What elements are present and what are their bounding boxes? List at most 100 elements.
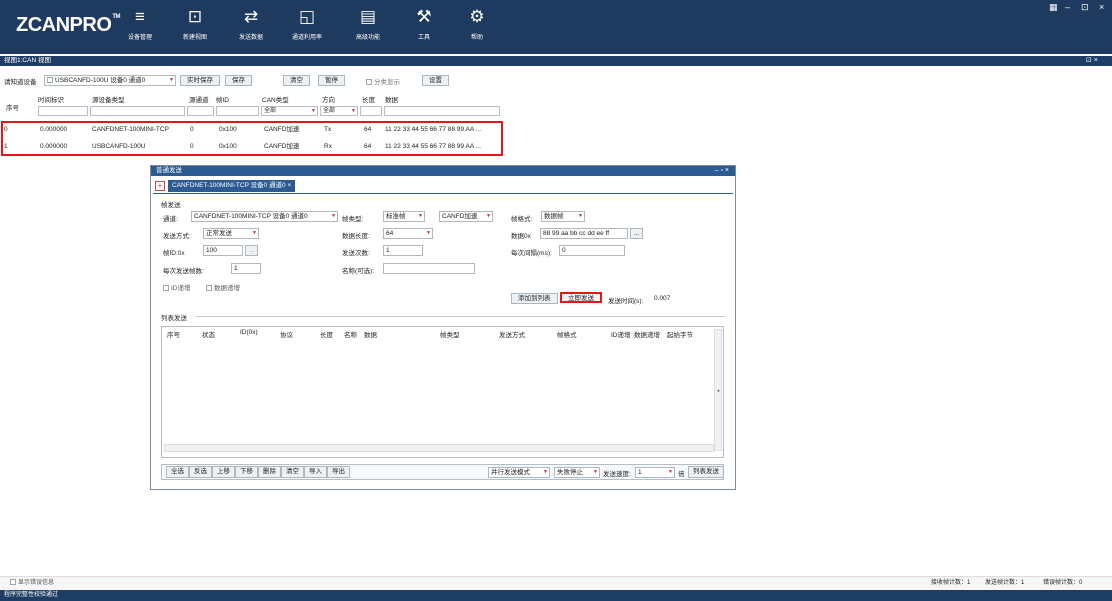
protocol-select[interactable]: CANFD加速 ▼ <box>439 211 493 222</box>
device-label: 请知道设备 <box>4 79 37 86</box>
col-len: 长度 <box>362 97 375 104</box>
send-dialog: 普通发送 – ▫ × + CANFDNET-100MINI-TCP 设备0 通道… <box>150 165 736 490</box>
id-increment-checkbox[interactable] <box>163 285 169 292</box>
send-count-input[interactable]: 1 <box>383 245 423 256</box>
chevron-down-icon: ▼ <box>169 77 174 83</box>
category-display-toggle[interactable]: 分类显示 <box>366 76 400 86</box>
len-filter[interactable] <box>360 106 382 116</box>
data-filter[interactable] <box>384 106 500 116</box>
send-time-label: 发送时间(s): <box>608 298 644 305</box>
parallel-mode-select[interactable]: 并行发送模式 ▼ <box>488 467 550 478</box>
col-index: 序号 <box>6 105 19 112</box>
new-view-button[interactable]: ⊡ 新建视图 <box>172 4 218 50</box>
device-select[interactable]: USBCANFD-100U 设备0 通道0 ▼ <box>44 75 176 86</box>
channel-tab[interactable]: CANFDNET-100MINI-TCP 设备0 通道0 × <box>168 180 296 192</box>
frame-id-more-button[interactable]: ... <box>245 245 259 256</box>
id-increment-toggle[interactable]: ID递增 <box>163 282 191 292</box>
channel-select[interactable]: CANFDNET-100MINI-TCP 设备0 通道0 ▼ <box>191 211 338 222</box>
frame-type-select[interactable]: 标准帧 ▼ <box>383 211 425 222</box>
invert-selection-button[interactable]: 反选 <box>189 466 212 478</box>
src-ch-filter[interactable] <box>187 106 214 116</box>
help-button[interactable]: ⚙ 帮助 <box>454 4 500 50</box>
add-tab-icon[interactable]: + <box>155 181 165 191</box>
export-button[interactable]: 导出 <box>327 466 350 478</box>
layout-icon[interactable]: ▦ <box>1049 2 1058 13</box>
dialog-title: 普通发送 <box>151 166 735 176</box>
main-toolbar <box>0 0 1112 54</box>
settings-button[interactable]: 设置 <box>422 75 449 86</box>
horizontal-scrollbar[interactable] <box>164 444 714 452</box>
send-mode-select[interactable]: 正常发送 ▼ <box>203 228 259 239</box>
speed-unit: 倍 <box>678 471 685 478</box>
device-checkbox[interactable] <box>47 77 53 84</box>
src-type-filter[interactable] <box>90 106 185 116</box>
rx-count: 接收帧计数：1 <box>931 580 971 586</box>
minimize-button[interactable]: – <box>1065 2 1070 12</box>
frame-id-label: 帧ID:0x <box>163 250 185 257</box>
frame-id-input[interactable]: 100 <box>203 245 243 256</box>
view-title: 视图1:CAN 视图 <box>4 57 51 64</box>
tools-icon: ⚒ <box>416 7 432 26</box>
view-controls[interactable]: ⊡ × <box>1086 56 1098 66</box>
restore-button[interactable]: ⊡ <box>1081 2 1089 13</box>
select-all-button[interactable]: 全选 <box>166 466 189 478</box>
bottom-status: 程序完整性校验通过 <box>0 590 1112 601</box>
view-title-bar: 视图1:CAN 视图 <box>0 56 1112 66</box>
send-now-button[interactable]: 立即发送 <box>560 292 602 303</box>
speed-select[interactable]: 1 ▼ <box>635 467 675 478</box>
device-manager-button[interactable]: ≡ 设备管理 <box>117 4 163 50</box>
advanced-icon: ▤ <box>359 7 377 26</box>
move-up-button[interactable]: 上移 <box>212 466 235 478</box>
delete-button[interactable]: 删除 <box>258 466 281 478</box>
show-error-toggle[interactable]: 显示错误信息 <box>10 577 54 590</box>
data-more-button[interactable]: ... <box>630 228 644 239</box>
interval-label: 每次间隔(ms): <box>511 250 552 257</box>
chevron-down-icon: ▼ <box>543 469 548 475</box>
data-increment-toggle[interactable]: 数据递增 <box>206 282 240 292</box>
name-label: 名称(可选): <box>342 268 375 275</box>
can-type-filter[interactable]: 全部 ▼ <box>261 106 318 116</box>
realtime-save-button[interactable]: 实时保存 <box>180 75 220 86</box>
frames-per-send-input[interactable]: 1 <box>231 263 261 274</box>
close-icon[interactable]: × <box>287 182 291 189</box>
send-list-table[interactable]: 序号 状态 ID(0x) 协议 长度 名称 数据 帧类型 发送方式 帧格式 ID… <box>161 326 724 458</box>
col-src-ch: 源通道 <box>189 97 209 104</box>
name-input[interactable] <box>383 263 475 274</box>
tools-button[interactable]: ⚒ 工具 <box>401 4 447 50</box>
fail-stop-select[interactable]: 失败停止 ▼ <box>554 467 600 478</box>
vertical-scrollbar[interactable]: ◂ <box>714 329 722 451</box>
send-data-button[interactable]: ⇄ 发送数据 <box>228 4 274 50</box>
col-src-type: 源设备类型 <box>92 97 125 104</box>
channel-label: 通道: <box>163 216 178 223</box>
col-data: 数据 <box>385 97 398 104</box>
chevron-down-icon: ▼ <box>668 469 673 475</box>
show-error-checkbox[interactable] <box>10 579 16 586</box>
add-to-list-button[interactable]: 添加到列表 <box>511 293 558 304</box>
frame-format-select[interactable]: 数据帧 ▼ <box>541 211 585 222</box>
col-can-type: CAN类型 <box>262 97 289 104</box>
import-button[interactable]: 导入 <box>304 466 327 478</box>
pause-button[interactable]: 暂停 <box>318 75 345 86</box>
data-input[interactable]: 88 99 aa bb cc dd ee ff <box>540 228 628 239</box>
clear-list-button[interactable]: 清空 <box>281 466 304 478</box>
channel-utilization-icon: ◱ <box>298 7 316 26</box>
close-button[interactable]: × <box>1099 2 1104 12</box>
app-logo: ZCANPROTM <box>16 14 121 36</box>
advanced-button[interactable]: ▤ 高级功能 <box>345 4 391 50</box>
chevron-down-icon: ▼ <box>578 213 583 219</box>
move-down-button[interactable]: 下移 <box>235 466 258 478</box>
frame-format-label: 帧格式: <box>511 216 533 223</box>
save-button[interactable]: 保存 <box>225 75 252 86</box>
dialog-controls[interactable]: – ▫ × <box>715 166 729 176</box>
category-checkbox[interactable] <box>366 79 372 86</box>
clear-button[interactable]: 清空 <box>283 75 310 86</box>
channel-utilization-button[interactable]: ◱ 通道利用率 <box>284 4 330 50</box>
frame-id-filter[interactable] <box>216 106 259 116</box>
list-send-button[interactable]: 列表发送 <box>688 466 724 478</box>
data-increment-checkbox[interactable] <box>206 285 212 292</box>
time-filter[interactable] <box>38 106 88 116</box>
data-length-select[interactable]: 64 ▼ <box>383 228 433 239</box>
interval-input[interactable]: 0 <box>559 245 625 256</box>
chevron-down-icon: ▼ <box>252 230 257 236</box>
dir-filter[interactable]: 全部 ▼ <box>320 106 358 116</box>
